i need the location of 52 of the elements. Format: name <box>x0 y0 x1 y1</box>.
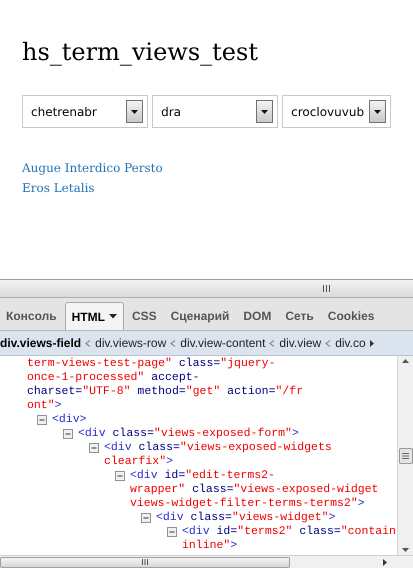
code-line: <div id="edit-terms2- <box>130 469 276 483</box>
select-field[interactable]: chetrenabr <box>22 95 148 128</box>
scrollbar-thumb[interactable] <box>0 556 290 568</box>
code-line: charset="UTF-8" method="get" action="/fr <box>27 385 304 399</box>
collapse-icon[interactable] <box>63 429 73 439</box>
chevron-left-icon <box>269 340 276 346</box>
scroll-right-icon[interactable] <box>370 340 374 346</box>
code-line: once-1-processed" accept- <box>27 371 201 385</box>
breadcrumb-item[interactable]: div.view-content <box>180 334 266 352</box>
collapse-icon[interactable] <box>141 513 151 523</box>
code-line: <div id="terms2" class="contain <box>182 525 396 539</box>
chevron-left-icon <box>325 340 332 346</box>
code-line: term-views-test-page" class="jquery- <box>27 357 276 371</box>
devtools-tab[interactable]: CSS <box>126 302 163 330</box>
scroll-right-icon[interactable] <box>383 558 387 566</box>
devtools-tab[interactable]: Cookies <box>322 302 380 330</box>
devtools-tab[interactable]: DOM <box>237 302 278 330</box>
horizontal-scrollbar[interactable] <box>0 555 413 568</box>
grip-icon[interactable] <box>323 285 330 292</box>
select-field[interactable]: dra <box>152 95 278 128</box>
code-line: <div class="views-exposed-form"> <box>78 427 299 441</box>
code-line: inline"> <box>182 539 238 553</box>
vertical-scrollbar[interactable] <box>397 356 413 555</box>
devtools-tab[interactable]: Консоль <box>0 302 63 330</box>
code-line: wrapper" class="views-exposed-widget <box>130 483 378 497</box>
devtools-tab[interactable]: HTML <box>64 302 124 330</box>
chevron-left-icon <box>85 340 92 346</box>
chevron-left-icon <box>170 340 176 346</box>
code-line: ont"> <box>27 399 63 413</box>
code-line: <div class="views-widget"> <box>156 511 336 525</box>
breadcrumb-item[interactable]: div.co <box>335 334 366 352</box>
page-title: hs_term_views_test <box>22 37 259 68</box>
breadcrumb-item[interactable]: div.views-field <box>0 334 82 352</box>
code-line: <div> <box>52 413 87 427</box>
code-line: clearfix"> <box>104 455 174 469</box>
devtools-tab[interactable]: Сеть <box>279 302 320 330</box>
collapse-icon[interactable] <box>89 443 99 453</box>
scroll-up-icon[interactable] <box>402 359 409 363</box>
select-field[interactable]: croclovuvub <box>282 95 391 128</box>
scroll-down-icon[interactable] <box>402 548 409 552</box>
collapse-icon[interactable] <box>37 415 47 425</box>
scrollbar-thumb[interactable] <box>398 448 412 464</box>
breadcrumb-item[interactable]: div.view <box>279 334 322 352</box>
code-line: <div class="views-exposed-widgets <box>104 441 332 455</box>
collapse-icon[interactable] <box>167 527 177 537</box>
breadcrumb-item[interactable]: div.views-row <box>95 334 166 352</box>
code-line: views-widget-filter-terms-terms2"> <box>130 497 366 511</box>
collapse-icon[interactable] <box>115 471 125 481</box>
devtools-tab[interactable]: Сценарий <box>164 302 236 330</box>
result-link[interactable]: Augue Interdico Persto <box>22 158 163 178</box>
caret-icon <box>108 314 117 319</box>
result-link[interactable]: Eros Letalis <box>22 178 95 198</box>
